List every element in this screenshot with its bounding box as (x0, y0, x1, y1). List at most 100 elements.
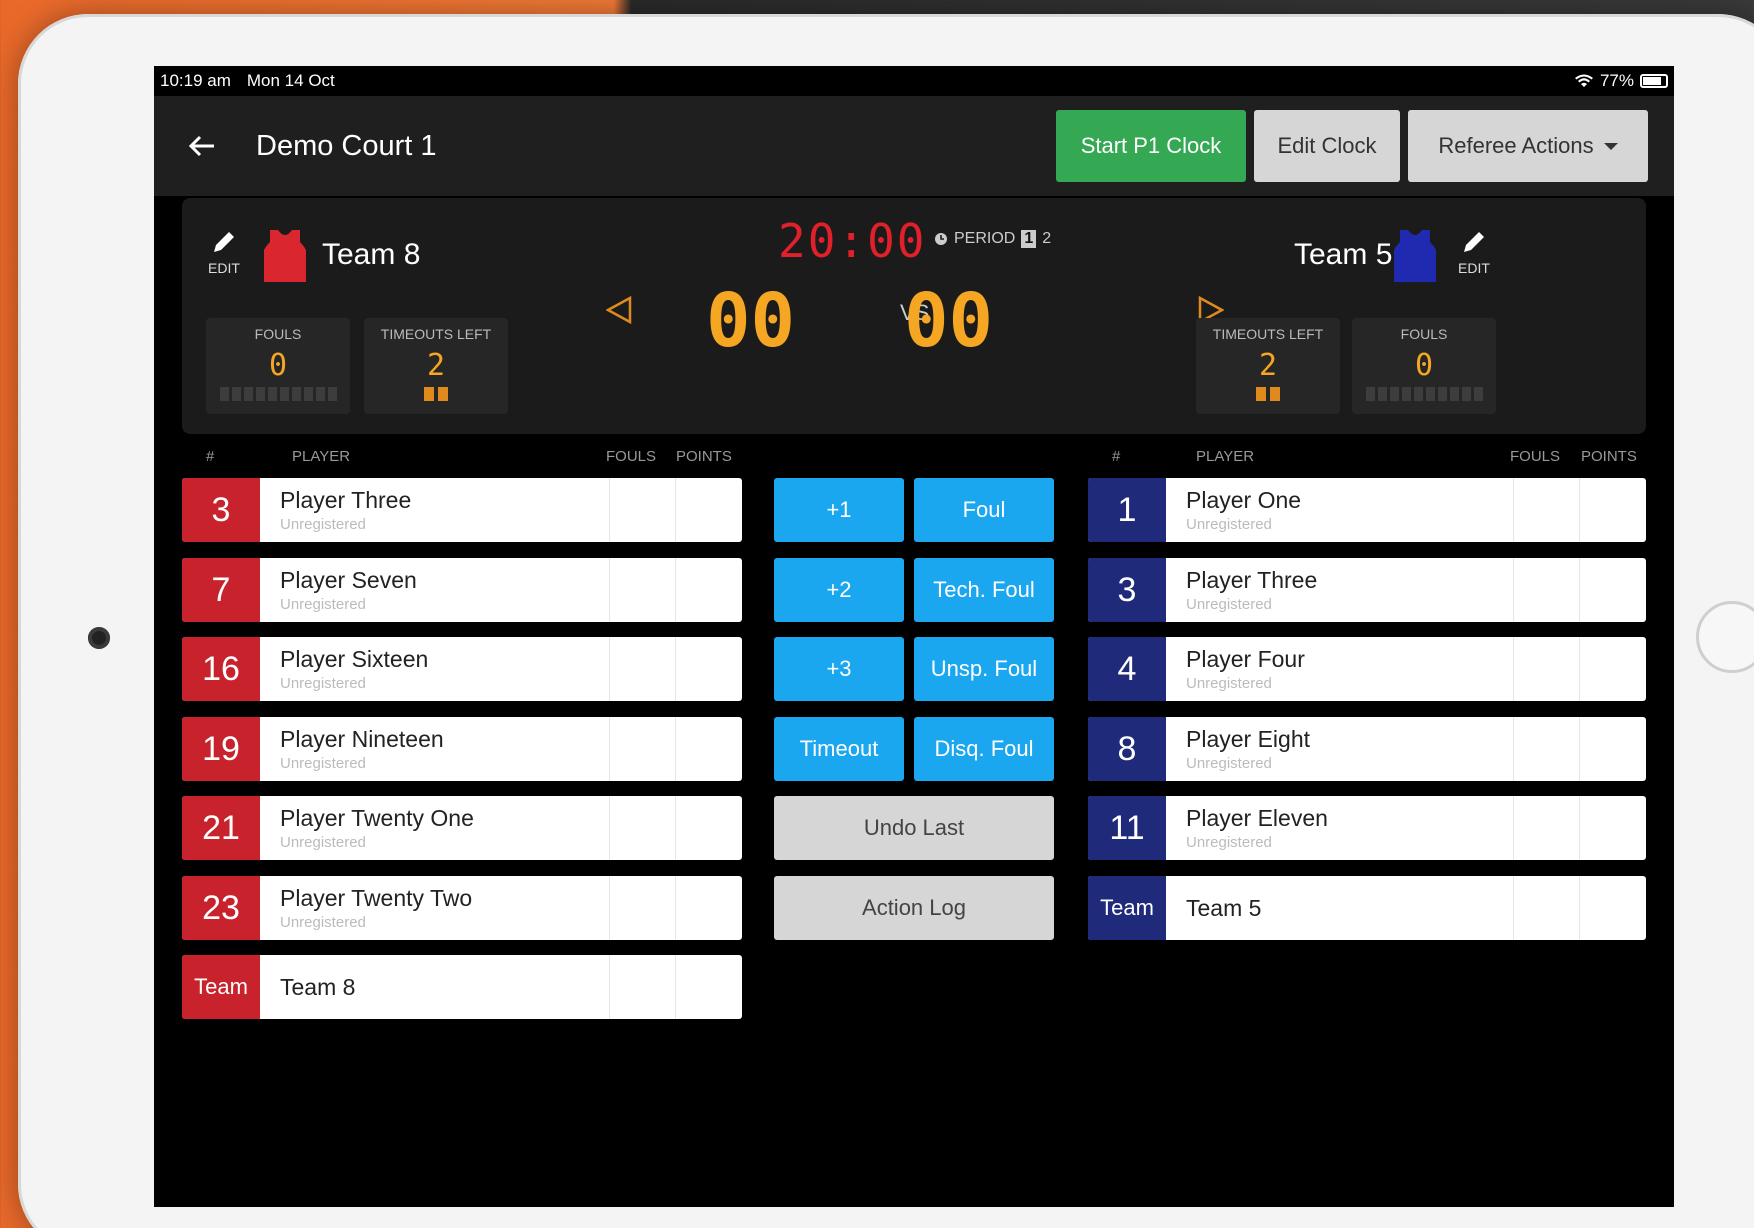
back-arrow-icon[interactable] (182, 126, 222, 166)
home-button[interactable] (1696, 601, 1754, 673)
referee-actions-label: Referee Actions (1438, 133, 1594, 158)
player-fouls-cell (1514, 558, 1580, 622)
player-status: Unregistered (1186, 834, 1272, 851)
player-number: 21 (182, 796, 260, 860)
home-player-row[interactable]: 19 Player Nineteen Unregistered (182, 717, 742, 781)
start-clock-button[interactable]: Start P1 Clock (1056, 110, 1246, 182)
player-status: Unregistered (1186, 675, 1272, 692)
player-name: Player Eleven (1186, 805, 1328, 831)
home-team-name: Team 8 (322, 238, 421, 271)
player-fouls-cell (1514, 717, 1580, 781)
player-fouls-cell (610, 796, 676, 860)
referee-actions-dropdown[interactable]: Referee Actions (1408, 110, 1648, 182)
home-player-row[interactable]: 23 Player Twenty Two Unregistered (182, 876, 742, 940)
home-col-num: # (206, 448, 215, 465)
player-name: Player One (1186, 487, 1302, 513)
player-fouls-cell (610, 637, 676, 701)
away-edit-label: EDIT (1458, 260, 1490, 276)
player-name: Player Seven (280, 567, 417, 593)
away-player-row[interactable]: 11 Player Eleven Unregistered (1088, 796, 1646, 860)
front-camera (88, 627, 110, 649)
app-screen: 10:19 am Mon 14 Oct 77% Demo Court 1 Sta… (154, 66, 1674, 1207)
player-fouls-cell (610, 558, 676, 622)
away-score: 00 (904, 278, 994, 364)
home-player-row[interactable]: 3 Player Three Unregistered (182, 478, 742, 542)
away-fouls-box: FOULS 0 (1352, 318, 1496, 414)
away-fouls-value: 0 (1414, 348, 1434, 383)
plus-two-button[interactable]: +2 (774, 558, 904, 622)
team-number: Team (1088, 876, 1166, 940)
player-name: Player Three (280, 487, 412, 513)
page-title: Demo Court 1 (256, 129, 437, 162)
away-edit-button[interactable]: EDIT (1444, 228, 1504, 276)
clock-icon (935, 233, 947, 245)
away-player-row[interactable]: 4 Player Four Unregistered (1088, 637, 1646, 701)
edit-clock-button[interactable]: Edit Clock (1254, 110, 1400, 182)
home-team-row[interactable]: Team Team 8 (182, 955, 742, 1019)
away-jersey-icon (1394, 230, 1436, 282)
home-player-row[interactable]: 16 Player Sixteen Unregistered (182, 637, 742, 701)
plus-three-button[interactable]: +3 (774, 637, 904, 701)
top-bar: Demo Court 1 Start P1 Clock Edit Clock R… (154, 96, 1674, 196)
player-status: Unregistered (280, 755, 366, 772)
player-number: 23 (182, 876, 260, 940)
team-name: Team 8 (280, 973, 356, 1000)
player-points-cell (676, 558, 742, 622)
player-number: 16 (182, 637, 260, 701)
player-status: Unregistered (1186, 596, 1272, 613)
player-points-cell (1580, 478, 1646, 542)
away-player-row[interactable]: 1 Player One Unregistered (1088, 478, 1646, 542)
player-points-cell (676, 637, 742, 701)
player-name: Player Eight (1186, 726, 1311, 752)
tech-foul-button[interactable]: Tech. Foul (914, 558, 1054, 622)
status-bar: 10:19 am Mon 14 Oct 77% (154, 66, 1674, 96)
player-points-cell (676, 876, 742, 940)
player-number: 1 (1088, 478, 1166, 542)
home-edit-button[interactable]: EDIT (194, 228, 254, 276)
battery-percent: 77% (1599, 71, 1634, 90)
player-points-cell (1580, 637, 1646, 701)
player-number: 8 (1088, 717, 1166, 781)
status-time: 10:19 am (160, 71, 231, 90)
unsportsmanlike-foul-button[interactable]: Unsp. Foul (914, 637, 1054, 701)
home-fouls-label: FOULS (254, 326, 302, 342)
tablet-frame: 10:19 am Mon 14 Oct 77% Demo Court 1 Sta… (18, 14, 1754, 1228)
player-fouls-cell (610, 717, 676, 781)
period-total: 2 (1042, 230, 1052, 247)
period-label: PERIOD (954, 230, 1016, 247)
foul-button[interactable]: Foul (914, 478, 1054, 542)
battery-icon (1640, 74, 1668, 88)
player-number: 11 (1088, 796, 1166, 860)
action-log-button[interactable]: Action Log (774, 876, 1054, 940)
home-timeouts-box: TIMEOUTS LEFT 2 (364, 318, 508, 414)
period-current: 1 (1021, 230, 1037, 248)
player-status: Unregistered (280, 596, 366, 613)
plus-one-button[interactable]: +1 (774, 478, 904, 542)
home-col-player: PLAYER (292, 448, 351, 465)
home-jersey-icon (264, 230, 306, 282)
player-status: Unregistered (280, 914, 366, 931)
away-team-name: Team 5 (1294, 238, 1393, 271)
timeout-button[interactable]: Timeout (774, 717, 904, 781)
undo-last-button[interactable]: Undo Last (774, 796, 1054, 860)
team-points-cell (1580, 876, 1646, 940)
home-player-row[interactable]: 21 Player Twenty One Unregistered (182, 796, 742, 860)
possession-left-arrow-icon[interactable] (606, 296, 632, 324)
player-fouls-cell (1514, 478, 1580, 542)
home-edit-label: EDIT (208, 260, 240, 276)
player-number: 3 (1088, 558, 1166, 622)
team-fouls-cell (1514, 876, 1580, 940)
player-fouls-cell (1514, 637, 1580, 701)
away-player-row[interactable]: 8 Player Eight Unregistered (1088, 717, 1646, 781)
player-points-cell (1580, 796, 1646, 860)
player-status: Unregistered (1186, 516, 1272, 533)
team-name: Team 5 (1186, 894, 1262, 921)
player-name: Player Twenty One (280, 805, 474, 831)
player-number: 19 (182, 717, 260, 781)
home-fouls-indicator (206, 387, 350, 401)
away-player-row[interactable]: 3 Player Three Unregistered (1088, 558, 1646, 622)
disqualifying-foul-button[interactable]: Disq. Foul (914, 717, 1054, 781)
team-points-cell (676, 955, 742, 1019)
away-team-row[interactable]: Team Team 5 (1088, 876, 1646, 940)
home-player-row[interactable]: 7 Player Seven Unregistered (182, 558, 742, 622)
